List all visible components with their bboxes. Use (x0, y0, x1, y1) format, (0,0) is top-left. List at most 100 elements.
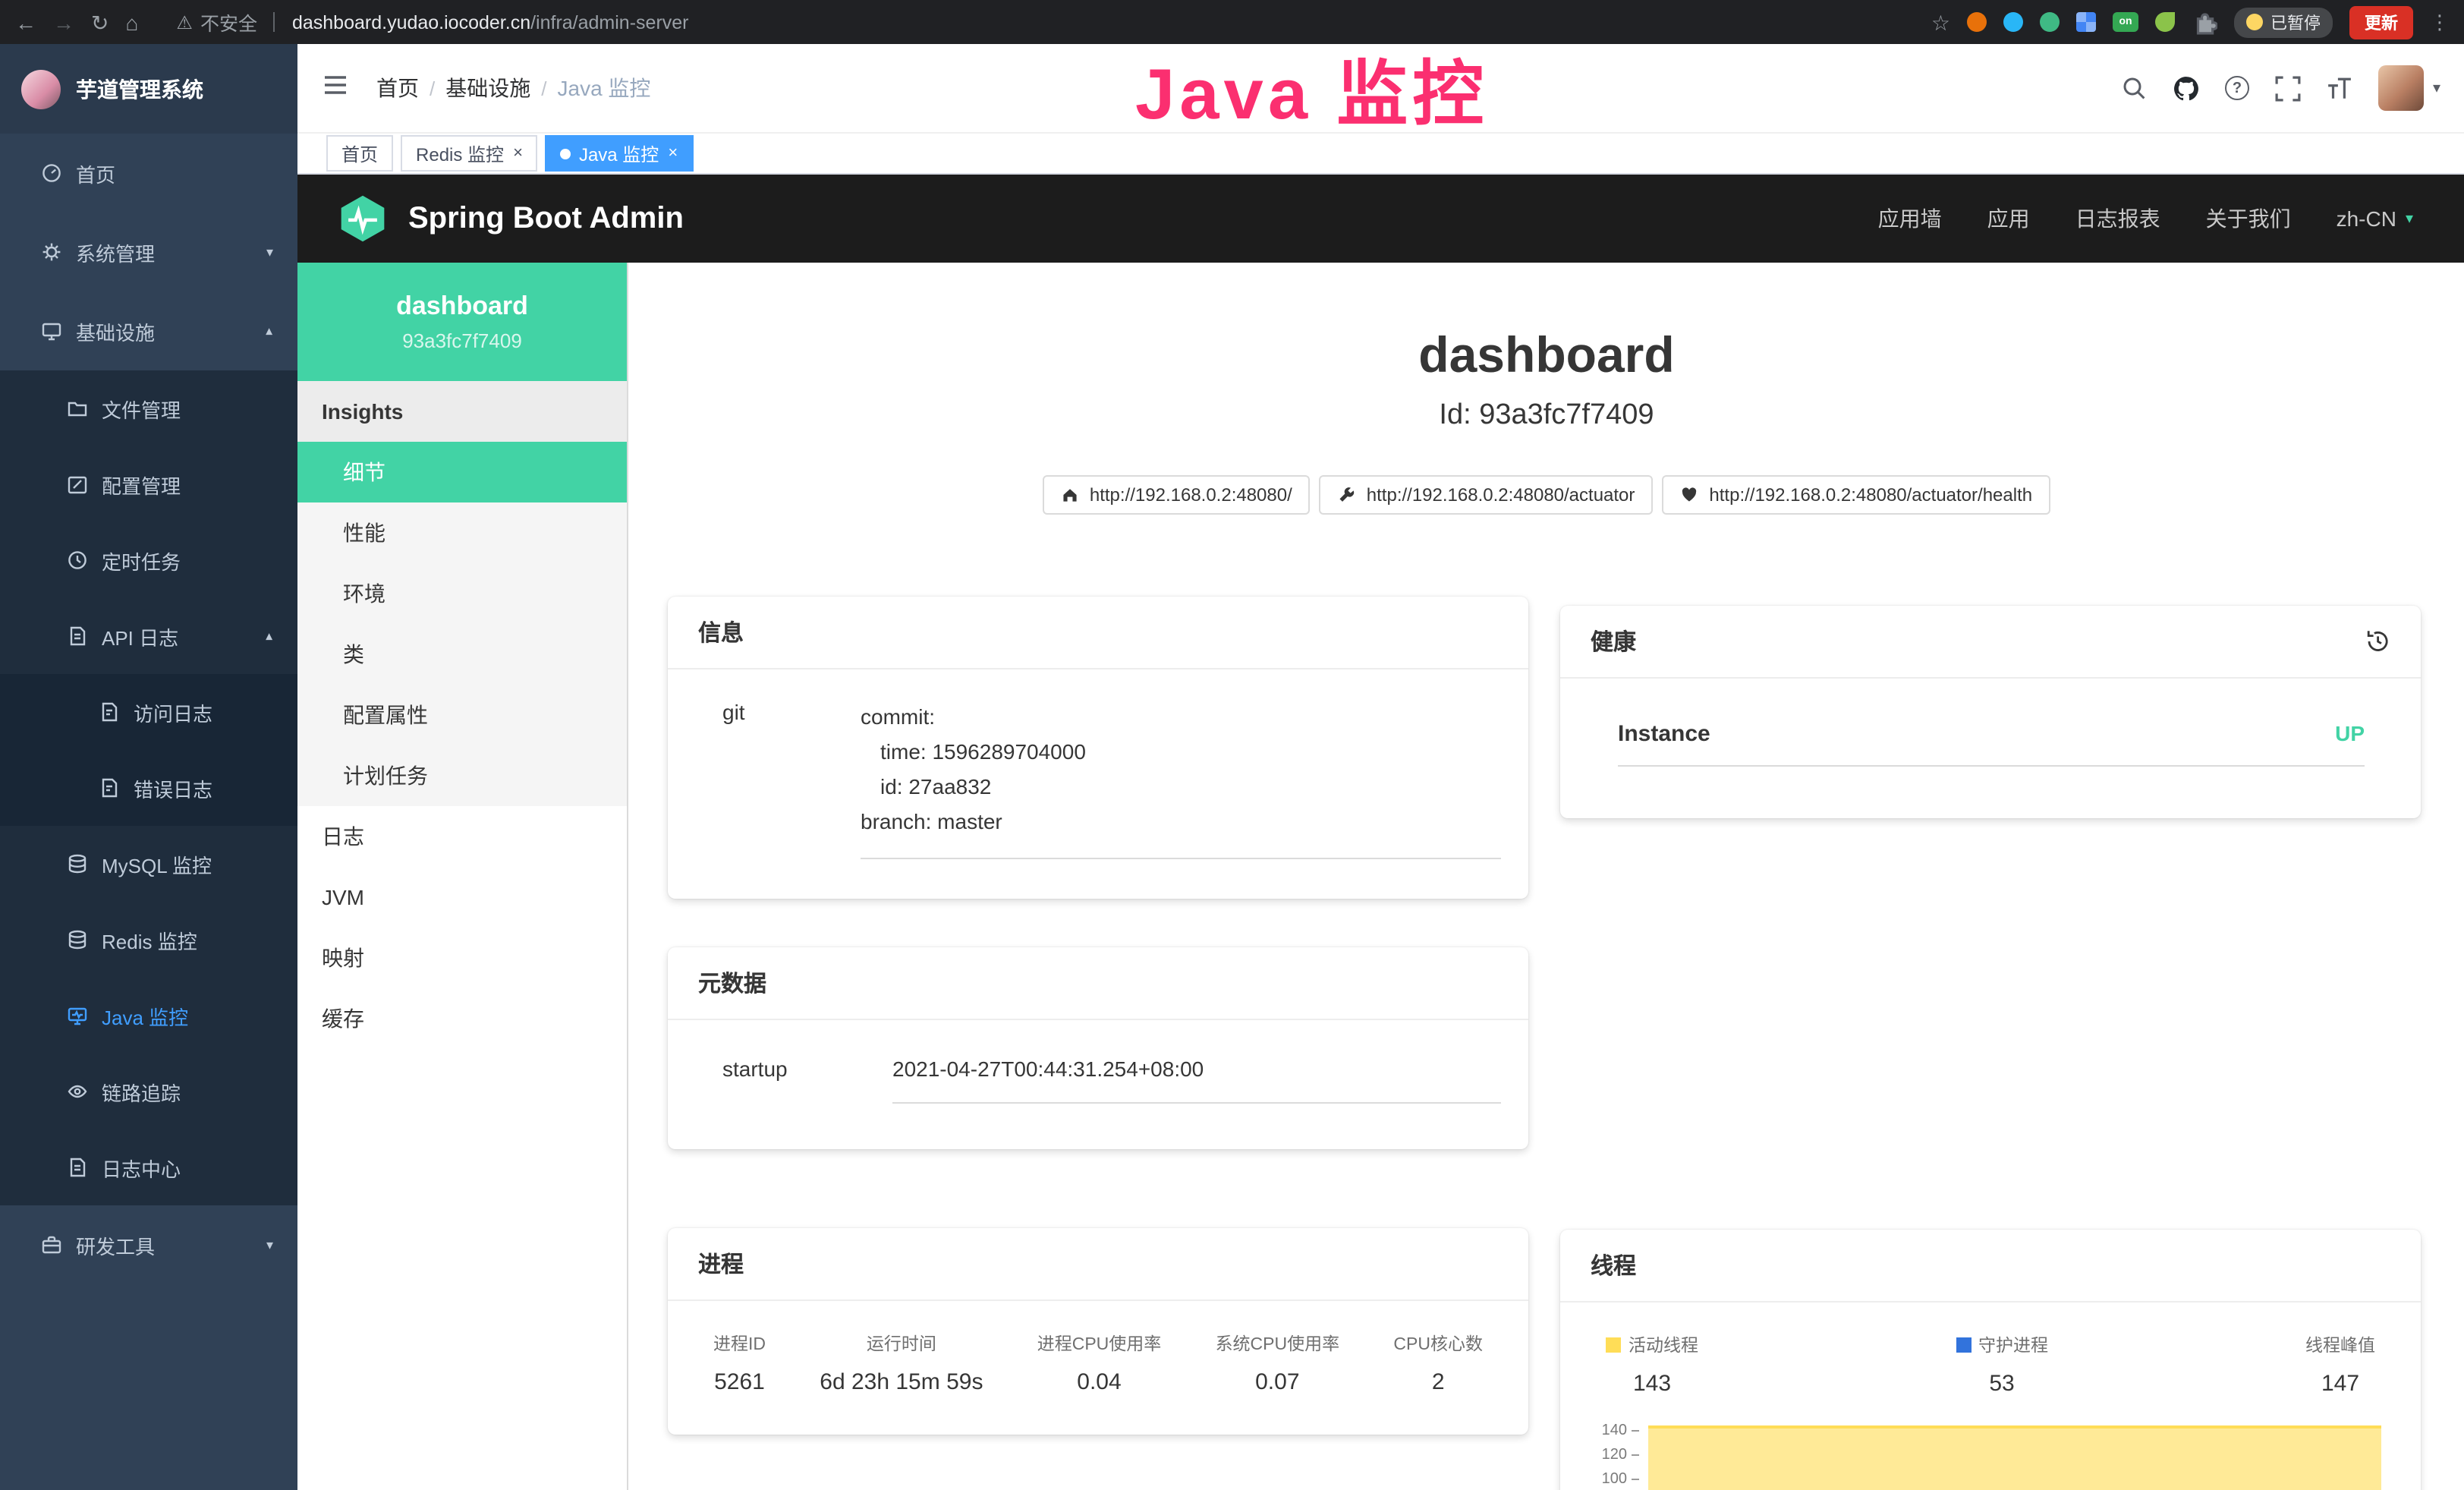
sba-nav-config-props[interactable]: 配置属性 (297, 685, 627, 745)
browser-menu-button[interactable]: ⋮ (2430, 10, 2450, 34)
sba-instance-block[interactable]: dashboard 93a3fc7f7409 (297, 263, 627, 381)
back-button[interactable]: ← (15, 11, 36, 33)
extension-switch-icon[interactable]: on (2113, 12, 2138, 32)
update-button[interactable]: 更新 (2349, 5, 2413, 39)
sidebar-item-system[interactable]: 系统管理 ▾ (0, 213, 297, 291)
breadcrumb-home[interactable]: 首页 (376, 73, 419, 103)
service-url-link[interactable]: http://192.168.0.2:48080/ (1043, 475, 1311, 515)
sidebar-item-label: 基础设施 (76, 317, 155, 345)
sidebar-item-redis-monitor[interactable]: Redis 监控 (0, 902, 297, 978)
sba-nav-metrics[interactable]: 性能 (297, 502, 627, 563)
home-button[interactable]: ⌂ (125, 11, 138, 33)
extension-drop-icon[interactable] (2003, 12, 2023, 32)
sba-nav-logs[interactable]: 日志 (297, 806, 627, 867)
spring-boot-admin: Spring Boot Admin 应用墙 应用 日志报表 关于我们 zh-CN… (297, 175, 2464, 1490)
chevron-down-icon: ▾ (266, 244, 273, 260)
forward-button[interactable]: → (53, 11, 74, 33)
screen: ← → ↻ ⌂ ⚠ 不安全 dashboard.yudao.iocoder.cn… (0, 0, 2464, 1490)
process-stats: 进程ID 5261 运行时间 6d 23h 15m 59s (668, 1301, 1528, 1435)
close-icon[interactable]: × (513, 145, 523, 162)
sba-brand[interactable]: Spring Boot Admin (337, 193, 684, 244)
font-size-icon[interactable] (2327, 75, 2352, 101)
sba-nav-applications[interactable]: 应用 (1987, 203, 2030, 234)
github-icon[interactable] (2173, 75, 2199, 101)
sba-nav-jvm[interactable]: JVM (297, 867, 627, 928)
sba-nav-scheduled-tasks[interactable]: 计划任务 (297, 745, 627, 806)
history-icon[interactable] (2365, 628, 2390, 654)
actuator-url-link[interactable]: http://192.168.0.2:48080/actuator (1320, 475, 1654, 515)
heartbeat-icon (1680, 486, 1698, 504)
close-icon[interactable]: × (668, 145, 678, 162)
stat-peak-threads: 线程峰值 147 (2305, 1333, 2375, 1397)
sidebar-item-file-management[interactable]: 文件管理 (0, 370, 297, 446)
breadcrumb-infrastructure[interactable]: 基础设施 (445, 73, 530, 103)
tab-home[interactable]: 首页 (326, 135, 393, 172)
sidebar-item-scheduled-jobs[interactable]: 定时任务 (0, 522, 297, 598)
extension-fox-icon[interactable] (1967, 12, 1987, 32)
user-avatar (2378, 65, 2424, 111)
health-url-link[interactable]: http://192.168.0.2:48080/actuator/health (1662, 475, 2050, 515)
sidebar-item-label: 首页 (76, 159, 115, 187)
document-icon (99, 701, 120, 723)
toolbox-icon (41, 1234, 62, 1255)
paused-badge[interactable]: 已暂停 (2234, 7, 2333, 37)
sba-nav-details[interactable]: 细节 (297, 442, 627, 502)
tab-java-monitor[interactable]: Java 监控 × (546, 135, 693, 172)
edit-icon (67, 474, 88, 495)
threads-card: 线程 活动线程 143 守护进程 (1560, 1230, 2421, 1490)
extension-vue-icon[interactable] (2040, 12, 2060, 32)
address-url[interactable]: dashboard.yudao.iocoder.cn/infra/admin-s… (292, 11, 689, 33)
sidebar-item-java-monitor[interactable]: Java 监控 (0, 978, 297, 1054)
extension-leaf-icon[interactable] (2155, 12, 2175, 32)
sidebar-item-log-center[interactable]: 日志中心 (0, 1129, 297, 1205)
sba-nav-wallboard[interactable]: 应用墙 (1878, 203, 1942, 234)
info-card: 信息 git commit: time: 1596289704000 id: 2… (668, 597, 1528, 899)
sidebar-item-dev-tools[interactable]: 研发工具 ▾ (0, 1205, 297, 1284)
user-menu[interactable]: ▾ (2378, 65, 2440, 111)
tab-label: 首页 (341, 140, 378, 166)
sidebar-item-mysql-monitor[interactable]: MySQL 监控 (0, 826, 297, 902)
sidebar-item-api-logs[interactable]: API 日志 ▾ (0, 598, 297, 674)
fullscreen-icon[interactable] (2275, 75, 2301, 101)
sba-nav-caches[interactable]: 缓存 (297, 988, 627, 1049)
sidebar-item-error-logs[interactable]: 错误日志 (0, 750, 297, 826)
hamburger-icon[interactable] (322, 71, 349, 106)
app-sidebar: 芋道管理系统 首页 系统管理 ▾ 基础设施 ▾ (0, 44, 297, 1490)
git-commit-time: time: 1596289704000 (861, 735, 1501, 770)
card-title: 元数据 (698, 967, 766, 999)
sba-nav-environment[interactable]: 环境 (297, 563, 627, 624)
sidebar-item-label: 日志中心 (102, 1153, 181, 1182)
sidebar-item-label: 配置管理 (102, 470, 181, 499)
sidebar-item-home[interactable]: 首页 (0, 134, 297, 213)
sidebar-item-label: MySQL 监控 (102, 849, 212, 878)
sidebar-item-label: Java 监控 (102, 1001, 188, 1030)
sidebar-item-infrastructure[interactable]: 基础设施 ▾ (0, 291, 297, 370)
header-actions: ? ▾ (2122, 65, 2440, 111)
site-security[interactable]: ⚠ 不安全 (176, 8, 257, 36)
sidebar-item-access-logs[interactable]: 访问日志 (0, 674, 297, 750)
sba-nav-classes[interactable]: 类 (297, 624, 627, 685)
extension-grid-icon[interactable] (2076, 12, 2096, 32)
tab-redis-monitor[interactable]: Redis 监控 × (401, 135, 538, 172)
sidebar-item-label: 错误日志 (134, 773, 212, 802)
refresh-button[interactable]: ↻ (91, 11, 109, 33)
bookmark-star-icon[interactable]: ☆ (1931, 11, 1950, 33)
sba-nav-journal[interactable]: 日志报表 (2075, 203, 2160, 234)
extensions-puzzle-icon[interactable] (2192, 9, 2217, 35)
sba-nav-about[interactable]: 关于我们 (2206, 203, 2291, 234)
sidebar-item-trace[interactable]: 链路追踪 (0, 1054, 297, 1129)
sba-topbar: Spring Boot Admin 应用墙 应用 日志报表 关于我们 zh-CN… (297, 175, 2464, 263)
sidebar-item-label: API 日志 (102, 622, 178, 650)
sidebar-item-label: 定时任务 (102, 546, 181, 575)
instance-name: dashboard (396, 291, 528, 322)
sba-nav-mappings[interactable]: 映射 (297, 928, 627, 988)
app-logo-row[interactable]: 芋道管理系统 (0, 44, 297, 134)
search-icon[interactable] (2122, 75, 2148, 101)
url-host: dashboard.yudao.iocoder.cn (292, 11, 530, 33)
sidebar-item-config-management[interactable]: 配置管理 (0, 446, 297, 522)
home-icon (1061, 486, 1079, 504)
sidebar-item-label: Redis 监控 (102, 925, 197, 954)
help-icon[interactable]: ? (2225, 76, 2249, 100)
document-icon (99, 777, 120, 799)
locale-selector[interactable]: zh-CN ▾ (2337, 206, 2413, 231)
